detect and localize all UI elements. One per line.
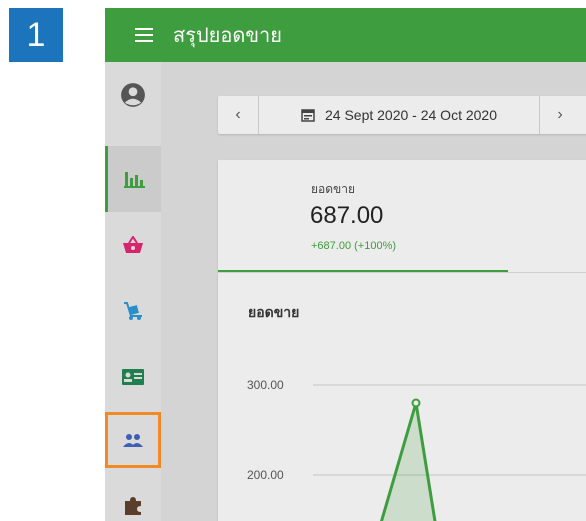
bar-chart-icon (123, 172, 145, 188)
account-circle-icon (121, 83, 145, 107)
sidebar (105, 62, 162, 521)
hand-truck-icon (124, 302, 142, 320)
chevron-right-icon: › (557, 106, 563, 123)
series-layer (379, 398, 437, 521)
people-icon (123, 434, 143, 447)
sidebar-item-sales[interactable] (105, 212, 161, 278)
date-range-bar: ‹ 24 Sept 2020 - 24 Oct 2020 › (218, 96, 586, 134)
puzzle-icon (125, 497, 141, 515)
sidebar-item-addons[interactable] (105, 472, 161, 521)
app-window: สรุปยอดขาย ‹ 24 Sept 2020 - 24 Oct 2020 … (105, 8, 586, 521)
kpi-change: +687.00 (+100%) (311, 240, 397, 252)
y-tick-label-200: 200.00 (247, 468, 284, 482)
kpi-divider (218, 272, 586, 273)
step-number-badge: 1 (9, 8, 63, 62)
contact-card-icon (122, 369, 144, 385)
date-range-picker[interactable]: 24 Sept 2020 - 24 Oct 2020 (259, 107, 539, 123)
hamburger-menu-icon[interactable] (135, 24, 153, 46)
chart-title: ยอดขาย (248, 305, 300, 321)
basket-icon (123, 236, 143, 253)
date-range-label: 24 Sept 2020 - 24 Oct 2020 (324, 107, 497, 123)
data-point-peak[interactable] (411, 398, 421, 408)
kpi-label: ยอดขาย (311, 182, 356, 196)
sidebar-item-members[interactable] (105, 412, 161, 468)
chevron-left-icon: ‹ (235, 106, 241, 123)
sidebar-item-account[interactable] (105, 62, 161, 128)
sidebar-item-customers[interactable] (105, 344, 161, 410)
top-app-bar: สรุปยอดขาย (105, 8, 586, 62)
page-title: สรุปยอดขาย (173, 23, 282, 47)
kpi-value: 687.00 (310, 202, 384, 229)
sales-summary-card: ยอดขาย 687.00 +687.00 (+100%) ยอดขาย 300… (218, 160, 586, 521)
sidebar-item-reports[interactable] (105, 146, 161, 212)
prev-period-button[interactable]: ‹ (218, 96, 259, 134)
next-period-button[interactable]: › (539, 96, 580, 134)
sales-chart: 300.00 200.00 (247, 378, 586, 521)
calendar-icon (301, 109, 315, 122)
sidebar-item-inventory[interactable] (105, 278, 161, 344)
main-content: ‹ 24 Sept 2020 - 24 Oct 2020 › ยอดขาย 68… (161, 62, 586, 521)
y-tick-label-300: 300.00 (247, 378, 284, 392)
